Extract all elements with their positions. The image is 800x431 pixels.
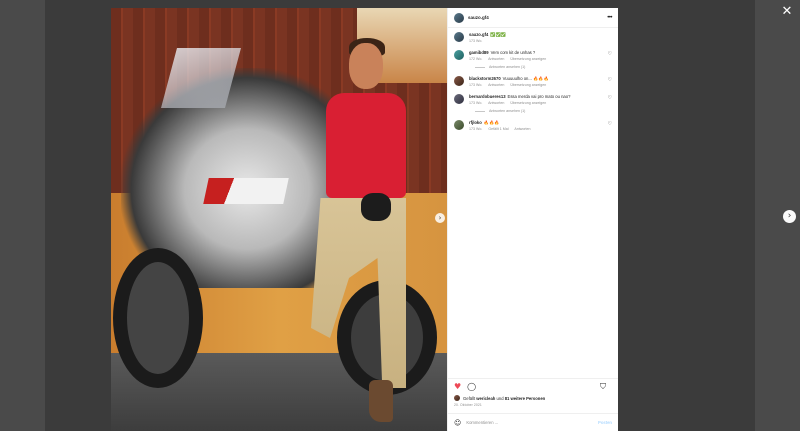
photo-next-chevron-right-icon[interactable]: › xyxy=(435,213,445,223)
view-replies-button[interactable]: Antworten ansehen (1) xyxy=(475,109,612,113)
backdrop-left[interactable] xyxy=(0,0,45,431)
comment-panel: sauzo.gf4 ••• sauzo.gf4 ✅✅✅ 173 Wo. gamib… xyxy=(447,8,618,431)
reply-button[interactable]: Antworten xyxy=(488,83,504,87)
comment-time: 173 Wo. xyxy=(469,127,483,131)
caption-username[interactable]: sauzo.gf4 xyxy=(469,32,488,37)
bookmark-icon[interactable]: ⛉ xyxy=(600,382,606,392)
comment-bubble-icon[interactable]: ◯ xyxy=(467,382,476,391)
replies-label: Antworten ansehen (1) xyxy=(489,65,526,69)
avatar[interactable] xyxy=(454,76,464,86)
comment-heart-icon[interactable]: ♡ xyxy=(608,51,612,57)
caption-text: ✅✅✅ xyxy=(490,32,506,37)
photo-gloves xyxy=(361,193,391,221)
comment-username[interactable]: rfjloko xyxy=(469,120,482,125)
avatar[interactable] xyxy=(454,32,464,42)
list-item: bernardobueres13 Essa merda vai pro mato … xyxy=(454,94,612,105)
comment-text: 🔥🔥🔥 xyxy=(483,120,500,125)
photo-person-shirt xyxy=(326,93,406,198)
photo-front-wheel xyxy=(113,248,203,388)
translate-button[interactable]: Übersetzung anzeigen xyxy=(510,83,546,87)
comment-text: Vuuuuulho on... 🔥🔥🔥 xyxy=(502,76,549,81)
post-header: sauzo.gf4 ••• xyxy=(448,8,618,28)
close-icon[interactable]: ✕ xyxy=(780,4,794,18)
avatar[interactable] xyxy=(454,12,464,23)
reply-button[interactable]: Antworten xyxy=(514,127,530,131)
more-horizontal-icon[interactable]: ••• xyxy=(607,15,612,21)
comment-heart-icon[interactable]: ♡ xyxy=(608,95,612,101)
replies-divider xyxy=(475,66,485,68)
comment-time: 172 Wo. xyxy=(469,57,483,61)
likes-user[interactable]: wericleah xyxy=(476,396,495,401)
comment-likes[interactable]: Gefällt 1 Mal xyxy=(488,127,508,131)
reply-button[interactable]: Antworten xyxy=(488,57,504,61)
translate-button[interactable]: Übersetzung anzeigen xyxy=(510,57,546,61)
comment-heart-icon[interactable]: ♡ xyxy=(608,121,612,127)
comment-input[interactable] xyxy=(466,420,599,425)
caption: sauzo.gf4 ✅✅✅ 173 Wo. xyxy=(454,32,612,43)
likes-summary: Gefällt wericleah und 81 weitere Persone… xyxy=(448,394,618,401)
photo-tank-stripe xyxy=(203,178,289,204)
translate-button[interactable]: Übersetzung anzeigen xyxy=(510,101,546,105)
post-modal: › sauzo.gf4 ••• sauzo.gf4 ✅✅✅ 173 Wo. gam… xyxy=(111,8,618,431)
reply-button[interactable]: Antworten xyxy=(488,101,504,105)
list-item: blackstorm2670 Vuuuuulho on... 🔥🔥🔥 173 Wo… xyxy=(454,76,612,87)
post-button[interactable]: Posten xyxy=(598,420,612,425)
comment-username[interactable]: blackstorm2670 xyxy=(469,76,501,81)
post-actions: ♥ ◯ ⛉ xyxy=(448,378,618,394)
likes-others[interactable]: 81 weitere Personen xyxy=(505,396,546,401)
heart-icon[interactable]: ♥ xyxy=(454,382,461,391)
avatar[interactable] xyxy=(454,50,464,60)
photo-person-head xyxy=(349,43,383,89)
next-post-chevron-right-icon[interactable]: › xyxy=(783,210,796,223)
comment-time: 173 Wo. xyxy=(469,83,483,87)
list-item: rfjloko 🔥🔥🔥 173 Wo. Gefällt 1 Mal Antwort… xyxy=(454,120,612,131)
header-username[interactable]: sauzo.gf4 xyxy=(468,15,607,20)
comment-heart-icon[interactable]: ♡ xyxy=(608,77,612,83)
view-replies-button[interactable]: Antworten ansehen (1) xyxy=(475,65,612,69)
emoji-icon[interactable]: ☺ xyxy=(454,419,461,427)
post-date[interactable]: 20. Oktober 2021 xyxy=(448,401,618,413)
comment-username[interactable]: gamibd89 xyxy=(469,50,489,55)
caption-time: 173 Wo. xyxy=(469,39,483,43)
likes-middle: und xyxy=(496,395,504,401)
likes-prefix: Gefällt xyxy=(463,395,476,401)
comment-text: Essa merda vai pro mato ou nao? xyxy=(507,94,571,99)
post-photo: › xyxy=(111,8,447,431)
comment-text: Vem com kit de unhas ? xyxy=(490,50,536,55)
comment-time: 173 Wo. xyxy=(469,101,483,105)
photo-boot xyxy=(369,380,393,422)
list-item: gamibd89 Vem com kit de unhas ? 172 Wo. A… xyxy=(454,50,612,61)
avatar[interactable] xyxy=(454,120,464,130)
replies-label: Antworten ansehen (1) xyxy=(489,109,526,113)
comment-username[interactable]: bernardobueres13 xyxy=(469,94,506,99)
add-comment-bar: ☺ Posten xyxy=(448,413,618,431)
comments-list: sauzo.gf4 ✅✅✅ 173 Wo. gamibd89 Vem com kit… xyxy=(448,28,618,378)
replies-divider xyxy=(475,110,485,112)
avatar[interactable] xyxy=(454,94,464,104)
